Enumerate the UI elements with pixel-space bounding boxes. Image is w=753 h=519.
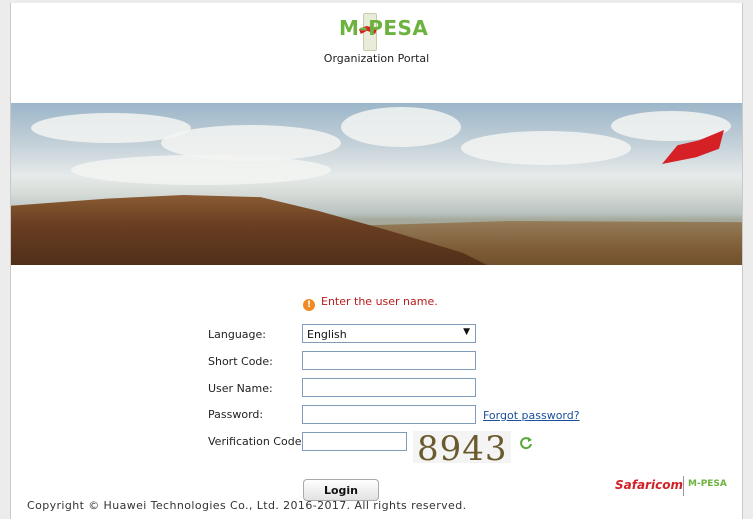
verification-code-label: Verification Code: (208, 435, 306, 448)
divider (683, 476, 684, 496)
cloud (71, 155, 331, 185)
forgot-password-link[interactable]: Forgot password? (483, 409, 580, 422)
user-name-label: User Name: (208, 382, 273, 395)
login-page: M-PESA Organization Portal ! Enter the us… (10, 3, 743, 519)
safaricom-logo: Safaricom (615, 478, 683, 492)
warning-icon: ! (303, 299, 315, 311)
language-value: English (307, 328, 347, 341)
cloud (341, 107, 461, 147)
language-label: Language: (208, 328, 266, 341)
mpesa-small-logo: M-PESA (688, 479, 727, 489)
verification-code-input[interactable] (302, 432, 407, 451)
password-input[interactable] (302, 405, 476, 424)
cloud (461, 131, 631, 165)
page-title: Organization Portal (323, 52, 430, 65)
refresh-icon[interactable] (519, 436, 533, 450)
logo-text: M-PESA (339, 16, 429, 40)
user-name-input[interactable] (302, 378, 476, 397)
login-button[interactable]: Login (303, 479, 379, 501)
mpesa-logo: M-PESA (339, 13, 429, 53)
captcha-text: 8943 (417, 431, 508, 463)
dropdown-arrow-icon: ▼ (463, 327, 470, 337)
landscape-banner (11, 103, 742, 265)
error-message: ! Enter the user name. (303, 295, 438, 311)
password-label: Password: (208, 408, 264, 421)
copyright-text: Copyright © Huawei Technologies Co., Ltd… (27, 499, 467, 512)
error-text: Enter the user name. (321, 295, 438, 308)
short-code-label: Short Code: (208, 355, 273, 368)
short-code-input[interactable] (302, 351, 476, 370)
language-select[interactable]: English ▼ (302, 324, 476, 343)
captcha-image: 8943 (413, 431, 511, 463)
